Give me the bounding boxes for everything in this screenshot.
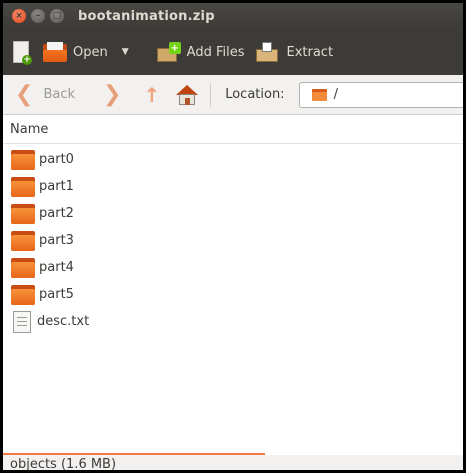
back-button[interactable]: ❮ Back [15, 81, 75, 107]
name-column-header[interactable]: Name [3, 116, 463, 144]
back-label: Back [43, 87, 75, 102]
location-label: Location: [225, 87, 285, 102]
status-text: objects (1.6 MB) [10, 456, 117, 472]
file-rows: part0 part1 part2 part3 part4 part5 desc… [3, 144, 463, 335]
extract-button[interactable]: Extract [244, 42, 333, 62]
file-name: part5 [39, 287, 74, 302]
open-dropdown-icon[interactable]: ▼ [122, 47, 129, 57]
name-column-label: Name [10, 122, 49, 137]
file-name: part0 [39, 152, 74, 167]
file-name: part2 [39, 206, 74, 221]
location-path: / [333, 87, 338, 102]
open-label: Open [73, 44, 108, 60]
archive-manager-window: × – □ bootanimation.zip + Open ▼ + Add F… [0, 0, 466, 473]
file-name: part1 [39, 179, 74, 194]
up-arrow-icon[interactable]: ↑ [143, 85, 160, 105]
home-icon[interactable] [176, 84, 199, 105]
folder-icon [11, 284, 35, 305]
location-folder-icon [311, 88, 327, 101]
list-item[interactable]: part3 [3, 227, 463, 254]
file-name: desc.txt [37, 314, 90, 329]
toolbar-separator [210, 82, 212, 107]
folder-icon [11, 149, 35, 170]
open-folder-icon [43, 42, 67, 62]
folder-icon [11, 257, 35, 278]
close-window-button[interactable]: × [12, 9, 26, 23]
extract-label: Extract [286, 44, 334, 60]
open-button[interactable]: Open [29, 42, 108, 62]
minimize-window-button[interactable]: – [31, 9, 45, 23]
text-file-icon [13, 310, 31, 333]
extract-icon [256, 42, 280, 62]
navigation-bar: ❮ Back ❯ ↑ Location: / [3, 75, 463, 115]
list-item[interactable]: part5 [3, 281, 463, 308]
list-item[interactable]: part2 [3, 200, 463, 227]
add-files-label: Add Files [186, 44, 245, 60]
add-files-button[interactable]: + Add Files [129, 42, 245, 62]
list-item[interactable]: part0 [3, 146, 463, 173]
maximize-window-button[interactable]: □ [50, 9, 64, 23]
window-title: bootanimation.zip [78, 8, 215, 24]
list-item[interactable]: part1 [3, 173, 463, 200]
forward-button[interactable]: ❯ [103, 83, 121, 106]
add-files-icon: + [156, 42, 181, 62]
folder-icon [11, 230, 35, 251]
file-name: part4 [39, 260, 74, 275]
toolbar: + Open ▼ + Add Files Extract [3, 29, 463, 75]
list-item[interactable]: desc.txt [3, 308, 463, 335]
back-arrow-icon: ❮ [15, 81, 34, 107]
file-name: part3 [39, 233, 74, 248]
folder-icon [11, 203, 35, 224]
status-bar: objects (1.6 MB) [3, 455, 463, 472]
file-list: Name part0 part1 part2 part3 part4 part5… [3, 116, 463, 455]
location-field[interactable]: / [298, 81, 463, 108]
title-bar: × – □ bootanimation.zip [3, 3, 463, 29]
new-archive-icon[interactable]: + [13, 41, 32, 65]
folder-icon [11, 176, 35, 197]
list-item[interactable]: part4 [3, 254, 463, 281]
